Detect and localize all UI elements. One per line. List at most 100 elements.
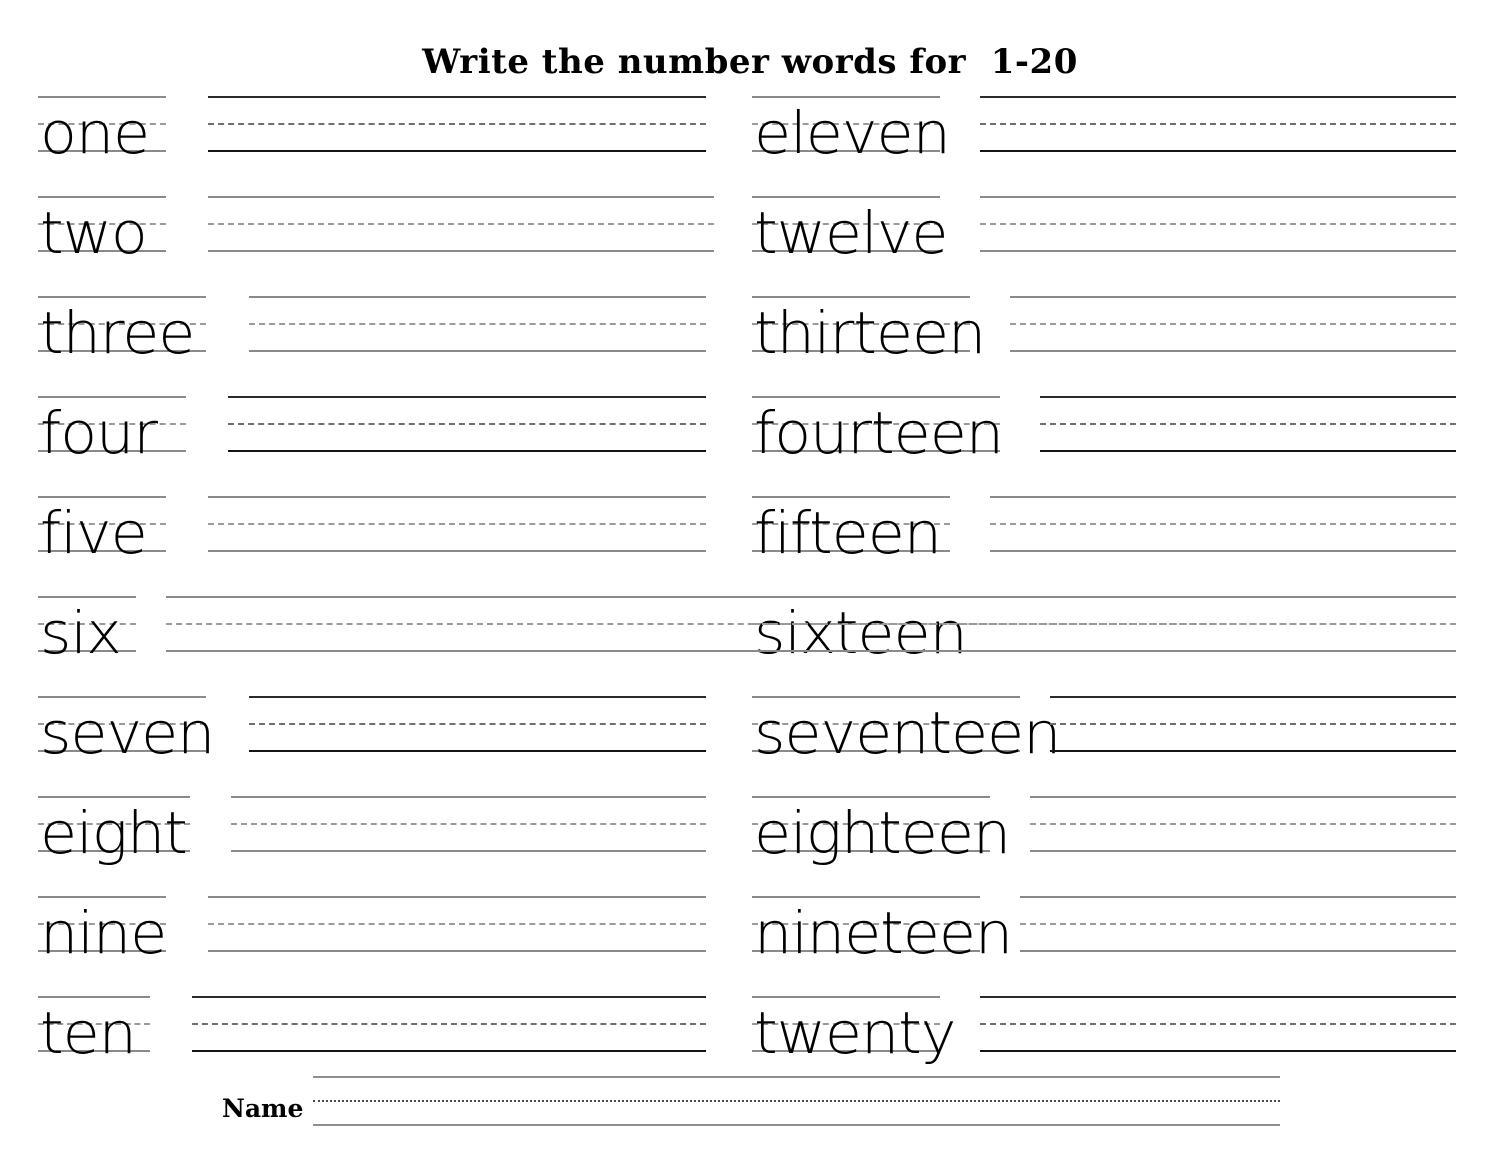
word-guide-top-line bbox=[38, 696, 206, 698]
answer-writing-line[interactable] bbox=[192, 996, 706, 1052]
answer-guide-dashed-midline bbox=[1040, 423, 1456, 425]
answer-writing-line[interactable] bbox=[249, 296, 706, 352]
answer-guide-baseline bbox=[208, 550, 706, 552]
answer-writing-line[interactable] bbox=[980, 996, 1456, 1052]
number-word-text: one bbox=[40, 99, 150, 167]
answer-guide-baseline bbox=[1050, 750, 1456, 752]
answer-guide-baseline bbox=[249, 350, 706, 352]
answer-guide-top-line bbox=[1050, 696, 1456, 698]
number-word-text: three bbox=[40, 299, 195, 367]
answer-guide-top-line bbox=[208, 496, 706, 498]
answer-writing-line[interactable] bbox=[208, 896, 706, 952]
number-word-text: two bbox=[40, 199, 148, 267]
answer-guide-top-line bbox=[208, 196, 714, 198]
worksheet-row: six bbox=[38, 596, 1456, 692]
word-guide-top-line bbox=[752, 296, 970, 298]
number-word-text: twelve bbox=[754, 199, 948, 267]
worksheet-row: eighteen bbox=[752, 796, 1456, 892]
name-guide-dashed-midline bbox=[313, 1100, 1280, 1102]
number-word-label: fourteen bbox=[752, 396, 1004, 462]
answer-writing-line[interactable] bbox=[1030, 796, 1456, 852]
answer-writing-line[interactable] bbox=[208, 496, 706, 552]
answer-guide-baseline bbox=[249, 750, 706, 752]
answer-guide-baseline bbox=[228, 450, 706, 452]
answer-guide-top-line bbox=[208, 96, 706, 98]
answer-guide-top-line bbox=[192, 996, 706, 998]
answer-guide-top-line bbox=[228, 396, 706, 398]
answer-guide-baseline bbox=[1040, 450, 1456, 452]
number-word-label: seven bbox=[38, 696, 215, 762]
answer-guide-dashed-midline bbox=[980, 123, 1456, 125]
answer-writing-line[interactable] bbox=[1050, 696, 1456, 752]
number-word-label: twenty bbox=[752, 996, 956, 1062]
word-guide-top-line bbox=[38, 296, 206, 298]
word-guide-top-line bbox=[752, 496, 950, 498]
answer-guide-dashed-midline bbox=[231, 823, 706, 825]
number-word-text: eighteen bbox=[754, 799, 1011, 867]
answer-writing-line[interactable] bbox=[208, 96, 706, 152]
answer-writing-line[interactable] bbox=[752, 596, 1456, 652]
number-word-text: thirteen bbox=[754, 299, 986, 367]
number-word-text: fourteen bbox=[754, 399, 1004, 467]
word-guide-top-line bbox=[38, 896, 166, 898]
number-word-text: nine bbox=[40, 899, 167, 967]
answer-guide-top-line bbox=[752, 596, 1456, 598]
answer-guide-baseline bbox=[208, 950, 706, 952]
worksheet-row: twelve bbox=[752, 196, 1456, 292]
worksheet-row: four bbox=[38, 396, 706, 492]
answer-writing-line[interactable] bbox=[208, 196, 714, 252]
answer-writing-line[interactable] bbox=[1020, 896, 1456, 952]
answer-guide-dashed-midline bbox=[208, 923, 706, 925]
worksheet-row: nineteen bbox=[752, 896, 1456, 992]
number-word-label: eighteen bbox=[752, 796, 1011, 862]
answer-guide-baseline bbox=[1030, 850, 1456, 852]
worksheet-row: nine bbox=[38, 896, 706, 992]
answer-guide-baseline bbox=[1020, 950, 1456, 952]
worksheet-row: sixteen bbox=[752, 596, 1456, 692]
answer-writing-line[interactable] bbox=[980, 96, 1456, 152]
worksheet-page: Write the number words for 1-20 one two th… bbox=[0, 0, 1500, 1158]
worksheet-row: seven bbox=[38, 696, 706, 792]
answer-guide-top-line bbox=[1030, 796, 1456, 798]
worksheet-row: seventeen bbox=[752, 696, 1456, 792]
answer-writing-line[interactable] bbox=[249, 696, 706, 752]
answer-writing-line[interactable] bbox=[990, 496, 1456, 552]
answer-writing-line[interactable] bbox=[228, 396, 706, 452]
answer-guide-baseline bbox=[208, 250, 714, 252]
word-guide-top-line bbox=[752, 896, 980, 898]
answer-guide-top-line bbox=[990, 496, 1456, 498]
word-guide-top-line bbox=[752, 696, 1020, 698]
word-guide-top-line bbox=[38, 96, 166, 98]
word-guide-top-line bbox=[38, 196, 166, 198]
worksheet-row: fourteen bbox=[752, 396, 1456, 492]
word-guide-top-line bbox=[38, 396, 186, 398]
answer-guide-baseline bbox=[752, 650, 1456, 652]
number-word-label: four bbox=[38, 396, 186, 462]
answer-guide-top-line bbox=[208, 896, 706, 898]
answer-guide-dashed-midline bbox=[249, 323, 706, 325]
answer-guide-dashed-midline bbox=[208, 123, 706, 125]
worksheet-row: one bbox=[38, 96, 706, 192]
answer-writing-line[interactable] bbox=[1010, 296, 1456, 352]
answer-guide-top-line bbox=[249, 696, 706, 698]
word-guide-top-line bbox=[38, 496, 166, 498]
number-word-label: seventeen bbox=[752, 696, 1061, 762]
answer-guide-baseline bbox=[980, 1050, 1456, 1052]
answer-writing-line[interactable] bbox=[231, 796, 706, 852]
answer-writing-line[interactable] bbox=[1040, 396, 1456, 452]
answer-writing-line[interactable] bbox=[980, 196, 1456, 252]
answer-guide-dashed-midline bbox=[1020, 923, 1456, 925]
number-word-text: ten bbox=[40, 999, 137, 1067]
word-guide-top-line bbox=[38, 796, 190, 798]
answer-guide-dashed-midline bbox=[752, 623, 1456, 625]
answer-guide-top-line bbox=[249, 296, 706, 298]
number-word-text: nineteen bbox=[754, 899, 1013, 967]
word-guide-top-line bbox=[752, 796, 990, 798]
number-word-label: six bbox=[38, 596, 136, 662]
worksheet-row: two bbox=[38, 196, 714, 292]
name-writing-guide[interactable] bbox=[313, 1076, 1280, 1126]
number-word-text: eight bbox=[40, 799, 188, 867]
word-guide-top-line bbox=[752, 96, 940, 98]
worksheet-row: eleven bbox=[752, 96, 1456, 192]
number-word-label: fifteen bbox=[752, 496, 950, 562]
